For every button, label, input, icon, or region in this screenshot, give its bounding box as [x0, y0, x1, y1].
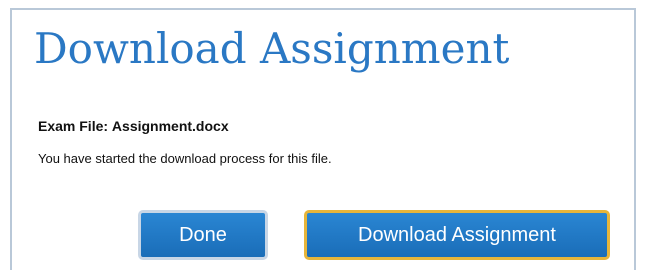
download-status-message: You have started the download process fo…: [38, 151, 332, 166]
done-button[interactable]: Done: [138, 210, 268, 260]
download-assignment-button[interactable]: Download Assignment: [304, 210, 610, 260]
dialog-title: Download Assignment: [34, 24, 510, 73]
exam-file-line: Exam File: Assignment.docx: [38, 118, 229, 134]
download-dialog: Download Assignment Exam File: Assignmen…: [10, 8, 636, 270]
exam-file-name: Assignment.docx: [111, 118, 229, 134]
exam-file-label: Exam File:: [38, 118, 109, 134]
